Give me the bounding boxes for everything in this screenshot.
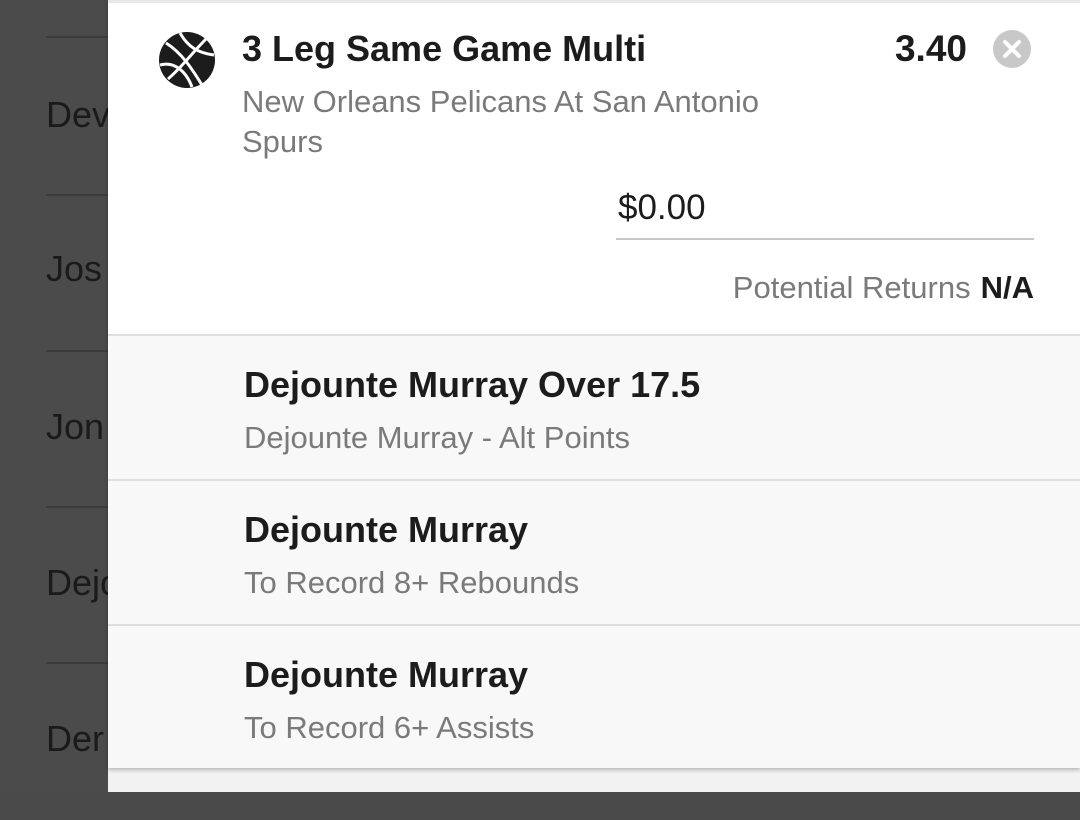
- leg-item: Dejounte Murray To Record 6+ Assists: [108, 626, 1080, 768]
- background-list-item-label: Dev: [46, 94, 108, 135]
- background-list-item-label: Jon: [46, 406, 105, 447]
- potential-returns-label: Potential Returns: [732, 270, 971, 305]
- background-list-item: Dev: [46, 38, 108, 194]
- leg-title: Dejounte Murray: [244, 654, 529, 695]
- background-list-item: Der: [46, 664, 108, 820]
- background-list-item-label: Jos: [46, 248, 103, 289]
- leg-subtitle: Dejounte Murray - Alt Points: [244, 420, 630, 455]
- bet-odds: 3.40: [894, 28, 967, 69]
- basketball-icon: [159, 32, 215, 88]
- background-list-item-label: Der: [46, 718, 105, 759]
- background-list-item-label: Dejo: [46, 562, 108, 603]
- bet-slip-title: 3 Leg Same Game Multi: [242, 28, 647, 69]
- background-list-item: Jon: [46, 352, 108, 508]
- potential-returns-value: N/A: [980, 270, 1034, 305]
- bet-slip-header: 3 Leg Same Game Multi 3.40 New Orleans P…: [108, 0, 1080, 336]
- background-list-item: Dejo: [46, 508, 108, 664]
- leg-subtitle: To Record 8+ Rebounds: [244, 565, 580, 600]
- leg-item: Dejounte Murray To Record 8+ Rebounds: [108, 481, 1080, 626]
- leg-item: Dejounte Murray Over 17.5 Dejounte Murra…: [108, 336, 1080, 481]
- card-top-edge: [108, 0, 1080, 3]
- event-name: New Orleans Pelicans At San Antonio Spur…: [242, 84, 759, 159]
- sheet-bottom-area: [108, 768, 1080, 792]
- bet-slip-card: 3 Leg Same Game Multi 3.40 New Orleans P…: [108, 0, 1080, 768]
- close-icon[interactable]: [993, 30, 1031, 68]
- leg-title: Dejounte Murray Over 17.5: [244, 364, 701, 405]
- potential-returns: Potential Returns N/A: [733, 270, 1034, 306]
- leg-title: Dejounte Murray: [244, 509, 529, 550]
- leg-subtitle: To Record 6+ Assists: [244, 710, 535, 745]
- stake-input[interactable]: [618, 188, 1018, 228]
- background-list-item: Jos: [46, 196, 108, 352]
- stake-field[interactable]: [616, 186, 1034, 240]
